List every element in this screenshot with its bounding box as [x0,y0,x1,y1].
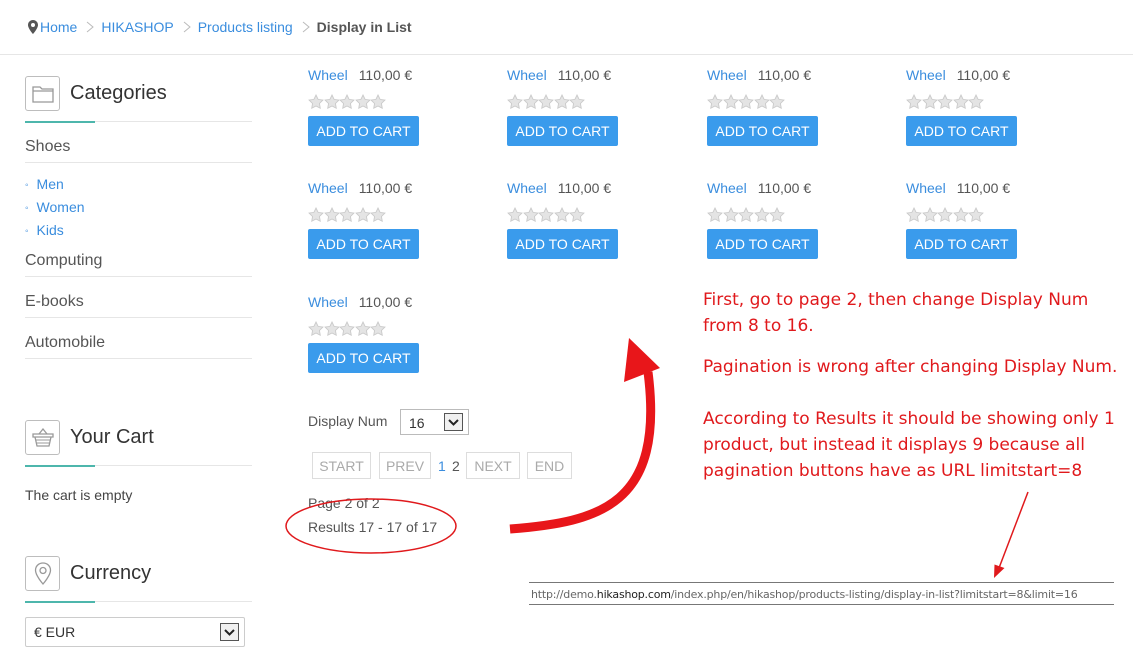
annotation-curved-arrow [509,371,656,534]
annotation-arrow-head [624,338,660,382]
annotation-pointer-line [998,491,1029,569]
annotation-overlay [285,338,1029,578]
annotation-pointer-head [994,564,1005,578]
annotation-circle [285,498,457,554]
